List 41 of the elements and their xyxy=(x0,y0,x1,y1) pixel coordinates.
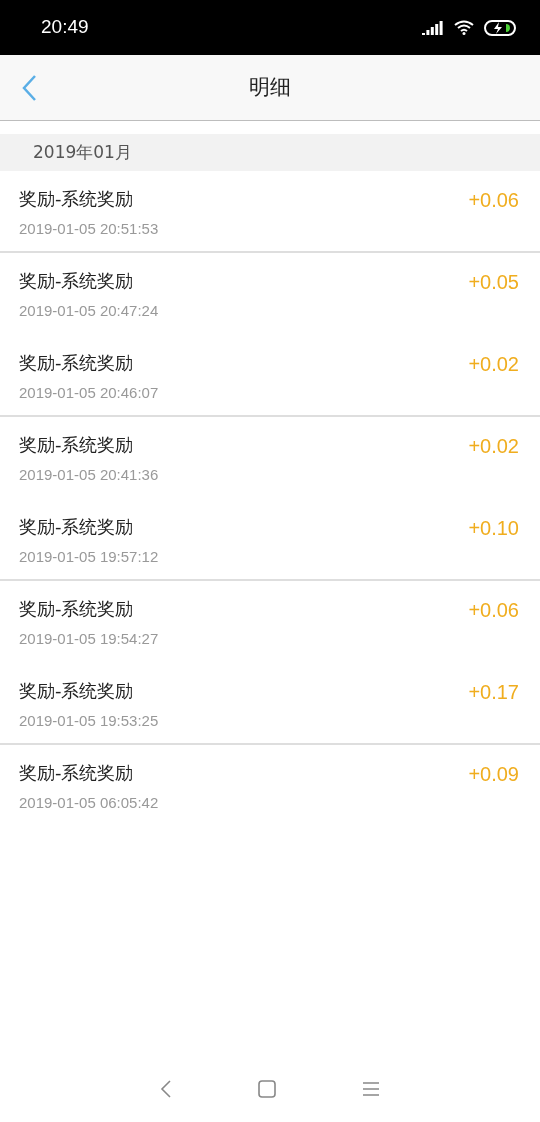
record-time: 2019-01-05 20:41:36 xyxy=(19,465,159,485)
record-time: 2019-01-05 19:54:27 xyxy=(19,629,159,649)
record-amount: +0.05 xyxy=(468,270,519,295)
record-row[interactable]: 奖励-系统奖励 2019-01-05 19:54:27 +0.06 xyxy=(0,581,540,663)
record-time: 2019-01-05 19:53:25 xyxy=(19,711,159,731)
record-time: 2019-01-05 19:57:12 xyxy=(19,547,159,567)
record-row[interactable]: 奖励-系统奖励 2019-01-05 06:05:42 +0.09 xyxy=(0,745,540,827)
record-amount: +0.02 xyxy=(468,352,519,377)
record-amount: +0.10 xyxy=(468,516,519,541)
wifi-icon xyxy=(454,20,474,35)
record-title: 奖励-系统奖励 xyxy=(19,515,135,539)
record-title: 奖励-系统奖励 xyxy=(19,433,135,457)
record-row[interactable]: 奖励-系统奖励 2019-01-05 20:51:53 +0.06 xyxy=(0,171,540,253)
record-title: 奖励-系统奖励 xyxy=(19,679,135,703)
record-title: 奖励-系统奖励 xyxy=(19,269,135,293)
record-title: 奖励-系统奖励 xyxy=(19,187,135,211)
record-amount: +0.09 xyxy=(468,762,519,787)
record-row[interactable]: 奖励-系统奖励 2019-01-05 19:57:12 +0.10 xyxy=(0,499,540,581)
record-time: 2019-01-05 06:05:42 xyxy=(19,793,159,813)
record-amount: +0.17 xyxy=(468,680,519,705)
menu-icon[interactable] xyxy=(362,1081,380,1097)
record-row[interactable]: 奖励-系统奖励 2019-01-05 20:46:07 +0.02 xyxy=(0,335,540,417)
record-time: 2019-01-05 20:46:07 xyxy=(19,383,159,403)
back-icon[interactable] xyxy=(160,1080,172,1098)
record-amount: +0.02 xyxy=(468,434,519,459)
record-amount: +0.06 xyxy=(468,188,519,213)
home-icon[interactable] xyxy=(258,1080,276,1098)
record-row[interactable]: 奖励-系统奖励 2019-01-05 20:47:24 +0.05 xyxy=(0,253,540,335)
signal-icon xyxy=(422,20,444,35)
record-title: 奖励-系统奖励 xyxy=(19,597,135,621)
record-title: 奖励-系统奖励 xyxy=(19,761,135,785)
back-icon xyxy=(21,73,37,102)
record-title: 奖励-系统奖励 xyxy=(19,351,135,375)
status-time: 20:49 xyxy=(41,15,89,40)
page-title: 明细 xyxy=(249,73,291,101)
record-row[interactable]: 奖励-系统奖励 2019-01-05 19:53:25 +0.17 xyxy=(0,663,540,745)
section-title: 2019年01月 xyxy=(33,140,132,164)
record-time: 2019-01-05 20:51:53 xyxy=(19,219,159,239)
record-amount: +0.06 xyxy=(468,598,519,623)
record-row[interactable]: 奖励-系统奖励 2019-01-05 20:41:36 +0.02 xyxy=(0,417,540,499)
record-time: 2019-01-05 20:47:24 xyxy=(19,301,159,321)
